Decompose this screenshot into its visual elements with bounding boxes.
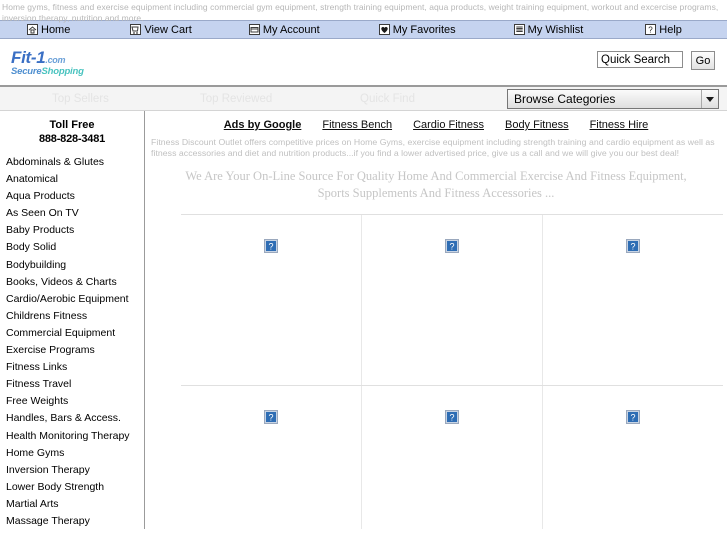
sidebar-item-commercial-equipment[interactable]: Commercial Equipment [0,325,144,342]
nav-item-view-cart[interactable]: View Cart [130,23,192,36]
nav-item-my-wishlist-label: My Wishlist [527,23,584,36]
category-sidebar: Toll Free 888-828-3481 Abdominals & Glut… [0,111,145,529]
logo-tag-secure: Secure [11,66,42,77]
main-panel: Ads by Google Fitness Bench Cardio Fitne… [145,111,727,529]
toll-free-number: 888-828-3481 [38,133,106,145]
sidebar-item-bodybuilding[interactable]: Bodybuilding [0,257,144,274]
secondary-tab-bar: Top Sellers Top Reviewed Quick Find Brow… [0,85,727,111]
nav-item-my-favorites[interactable]: My Favorites [378,23,456,36]
sidebar-item-home-gyms[interactable]: Home Gyms [0,445,144,462]
broken-image-icon[interactable]: ? [445,410,459,424]
nav-item-help-label: Help [659,23,682,36]
browse-categories-select[interactable]: Browse Categories [507,89,719,109]
logo-domain: .com [45,55,66,65]
sidebar-item-body-solid[interactable]: Body Solid [0,239,144,256]
ad-link-fitness-bench[interactable]: Fitness Bench [322,119,392,131]
cart-icon [130,24,142,35]
nav-item-my-account-label: My Account [262,23,320,36]
account-icon [248,24,260,35]
sidebar-item-fitness-links[interactable]: Fitness Links [0,359,144,376]
sidebar-item-as-seen-on-tv[interactable]: As Seen On TV [0,205,144,222]
home-icon [27,24,38,35]
nav-item-home[interactable]: Home [27,24,70,36]
list-icon [513,24,525,35]
sidebar-item-baby-products[interactable]: Baby Products [0,222,144,239]
logo-tag-shopping: Shopping [41,66,84,77]
logo-name: Fit-1 [11,48,46,67]
product-cell[interactable]: ? [361,386,543,529]
sidebar-item-cardio-aerobic-equipment[interactable]: Cardio/Aerobic Equipment [0,291,144,308]
tab-quick-find[interactable]: Quick Find [360,93,415,105]
sidebar-item-books-videos-charts[interactable]: Books, Videos & Charts [0,274,144,291]
broken-image-icon[interactable]: ? [626,239,640,253]
broken-image-icon[interactable]: ? [264,239,278,253]
nav-item-my-wishlist[interactable]: My Wishlist [513,23,584,36]
svg-text:?: ? [449,242,454,252]
svg-text:?: ? [449,413,454,423]
sidebar-category-list: Abdominals & Glutes Anatomical Aqua Prod… [0,154,144,529]
help-icon: ? [645,24,657,35]
site-tagline: Home gyms, fitness and exercise equipmen… [2,2,719,23]
browse-categories-value: Browse Categories [514,92,616,106]
sidebar-item-handles-bars-access[interactable]: Handles, Bars & Access. [0,410,144,427]
svg-text:?: ? [630,242,635,252]
nav-item-my-account[interactable]: My Account [248,23,320,36]
svg-text:?: ? [649,25,654,34]
svg-text:?: ? [268,242,273,252]
page-content: Toll Free 888-828-3481 Abdominals & Glut… [0,111,727,529]
sidebar-item-anatomical[interactable]: Anatomical [0,171,144,188]
broken-image-icon[interactable]: ? [626,410,640,424]
search-input[interactable] [597,51,683,68]
svg-text:?: ? [630,413,635,423]
google-ads-row: Ads by Google Fitness Bench Cardio Fitne… [145,111,727,131]
sidebar-item-lower-body-strength[interactable]: Lower Body Strength [0,479,144,496]
product-grid-row: ? ? ? [181,214,723,385]
svg-text:?: ? [268,413,273,423]
nav-item-help[interactable]: ? Help [645,24,682,36]
product-grid: ? ? ? ? ? ? [145,214,727,529]
product-cell[interactable]: ? [361,215,543,385]
sidebar-item-exercise-programs[interactable]: Exercise Programs [0,342,144,359]
sidebar-item-inversion-therapy[interactable]: Inversion Therapy [0,462,144,479]
quick-search-area: Go [597,51,715,70]
ads-by-google-link[interactable]: Ads by Google [224,119,302,131]
site-logo[interactable]: Fit-1.com SecureShopping [11,49,84,77]
search-go-button[interactable]: Go [691,51,715,70]
product-cell[interactable]: ? [543,386,723,529]
store-description: Fitness Discount Outlet offers competiti… [151,137,715,158]
header-branding-row: Fit-1.com SecureShopping Go [0,39,727,85]
sidebar-item-abdominals-glutes[interactable]: Abdominals & Glutes [0,154,144,171]
heart-icon [378,24,390,35]
sidebar-item-aqua-products[interactable]: Aqua Products [0,188,144,205]
broken-image-icon[interactable]: ? [264,410,278,424]
product-cell[interactable]: ? [181,215,361,385]
nav-item-home-label: Home [41,23,71,36]
toll-free-block: Toll Free 888-828-3481 [0,111,144,146]
toll-free-label: Toll Free [49,119,95,131]
ad-link-fitness-hire[interactable]: Fitness Hire [590,119,649,131]
product-cell[interactable]: ? [181,386,361,529]
nav-item-my-favorites-label: My Favorites [392,23,456,36]
sidebar-item-health-monitoring-therapy[interactable]: Health Monitoring Therapy [0,428,144,445]
ad-link-cardio-fitness[interactable]: Cardio Fitness [413,119,484,131]
sidebar-item-childrens-fitness[interactable]: Childrens Fitness [0,308,144,325]
tab-top-sellers[interactable]: Top Sellers [52,93,109,105]
product-grid-row: ? ? ? [181,385,723,529]
sidebar-item-free-weights[interactable]: Free Weights [0,393,144,410]
sidebar-item-massage-therapy[interactable]: Massage Therapy [0,513,144,529]
broken-image-icon[interactable]: ? [445,239,459,253]
product-cell[interactable]: ? [543,215,723,385]
ad-link-body-fitness[interactable]: Body Fitness [505,119,569,131]
sidebar-item-martial-arts[interactable]: Martial Arts [0,496,144,513]
store-headline: We Are Your On-Line Source For Quality H… [185,169,687,200]
tab-top-reviewed[interactable]: Top Reviewed [200,93,272,105]
nav-item-view-cart-label: View Cart [144,23,192,36]
chevron-down-icon [701,90,718,108]
sidebar-item-fitness-travel[interactable]: Fitness Travel [0,376,144,393]
